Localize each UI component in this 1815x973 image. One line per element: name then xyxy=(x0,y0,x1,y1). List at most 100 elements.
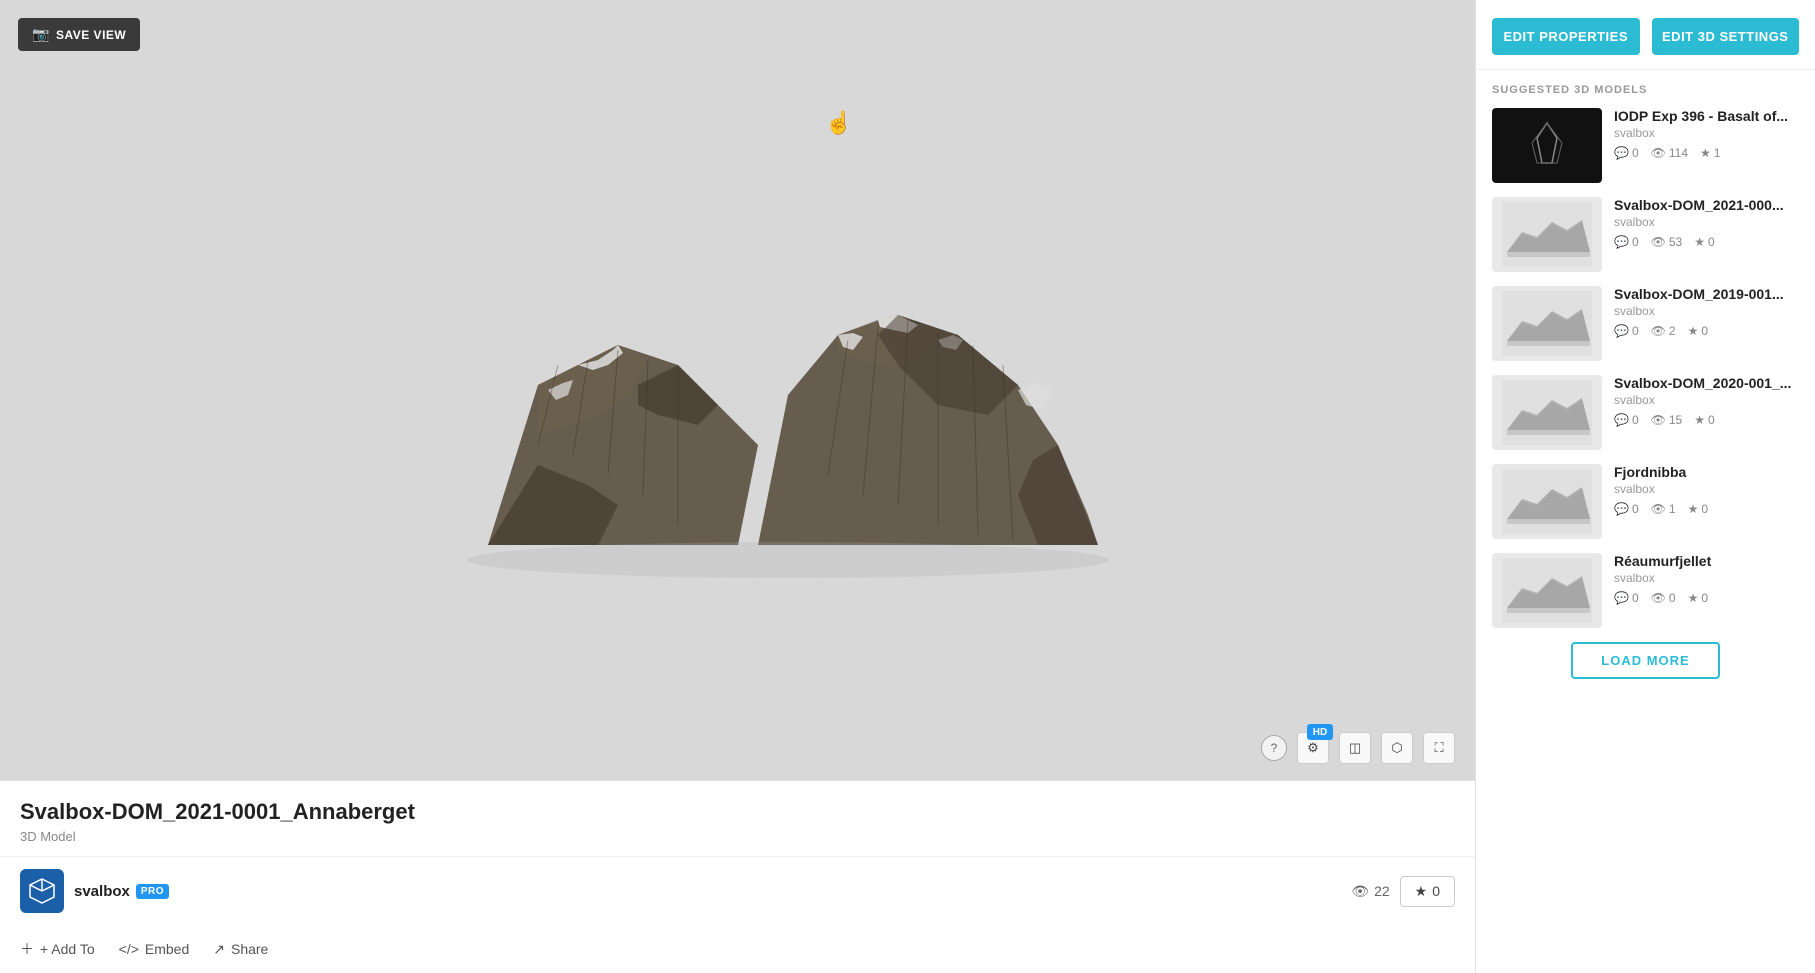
thumb-svg-1 xyxy=(1502,202,1592,267)
embed-label: Embed xyxy=(145,941,189,957)
view-icon: 👁 xyxy=(1651,413,1666,427)
model-card-info: IODP Exp 396 - Basalt of... svalbox 💬 0 … xyxy=(1614,108,1799,183)
model-cards-list: IODP Exp 396 - Basalt of... svalbox 💬 0 … xyxy=(1492,108,1799,628)
stats-group: 👁 22 ★ 0 xyxy=(1351,876,1455,907)
help-icon: ? xyxy=(1271,741,1278,755)
view-icon: 👁 xyxy=(1651,146,1666,160)
terrain-model xyxy=(338,165,1138,615)
like-count: 0 xyxy=(1701,591,1708,605)
comment-count: 0 xyxy=(1632,591,1639,605)
comment-stat: 💬 0 xyxy=(1614,146,1639,160)
model-thumbnail xyxy=(1492,286,1602,361)
likes-button[interactable]: ★ 0 xyxy=(1400,876,1455,907)
right-sidebar: EDIT PROPERTIES EDIT 3D SETTINGS SUGGEST… xyxy=(1475,0,1815,973)
view-count: 0 xyxy=(1669,591,1676,605)
view-icon: 👁 xyxy=(1651,502,1666,516)
layers-button[interactable]: ◫ xyxy=(1339,732,1371,764)
vr-button[interactable]: ⬡ xyxy=(1381,732,1413,764)
edit-properties-button[interactable]: EDIT PROPERTIES xyxy=(1492,18,1640,55)
like-stat: ★ 0 xyxy=(1688,324,1708,338)
view-count: 2 xyxy=(1669,324,1676,338)
help-button[interactable]: ? xyxy=(1261,735,1287,761)
likes-icon: ★ xyxy=(1415,883,1428,900)
view-count: 15 xyxy=(1669,413,1682,427)
comment-stat: 💬 0 xyxy=(1614,502,1639,516)
add-to-action[interactable]: ＋ + Add To xyxy=(20,939,95,959)
comment-count: 0 xyxy=(1632,146,1639,160)
model-card[interactable]: Svalbox-DOM_2020-001_... svalbox 💬 0 👁 1… xyxy=(1492,375,1799,450)
model-card[interactable]: Fjordnibba svalbox 💬 0 👁 1 ★ 0 xyxy=(1492,464,1799,539)
save-view-button[interactable]: 📷 SAVE VIEW xyxy=(18,18,140,51)
model-thumbnail xyxy=(1492,375,1602,450)
model-card[interactable]: Svalbox-DOM_2021-000... svalbox 💬 0 👁 53… xyxy=(1492,197,1799,272)
model-card-stats: 💬 0 👁 2 ★ 0 xyxy=(1614,324,1799,338)
sidebar-header: EDIT PROPERTIES EDIT 3D SETTINGS xyxy=(1476,0,1815,70)
author-avatar[interactable] xyxy=(20,869,64,913)
model-type: 3D Model xyxy=(20,829,1455,844)
likes-count: 0 xyxy=(1432,883,1440,899)
view-count: 114 xyxy=(1669,146,1688,160)
action-bar: ＋ + Add To </> Embed ↗ Share xyxy=(0,929,1475,973)
model-card-stats: 💬 0 👁 53 ★ 0 xyxy=(1614,235,1799,249)
model-thumbnail xyxy=(1492,553,1602,628)
share-label: Share xyxy=(231,941,268,957)
model-card-author: svalbox xyxy=(1614,126,1799,140)
comment-stat: 💬 0 xyxy=(1614,324,1639,338)
cursor-indicator: ☝ xyxy=(825,110,852,136)
share-icon: ↗ xyxy=(213,941,225,958)
share-action[interactable]: ↗ Share xyxy=(213,941,268,958)
model-card[interactable]: Réaumurfjellet svalbox 💬 0 👁 0 ★ 0 xyxy=(1492,553,1799,628)
author-name[interactable]: svalbox xyxy=(74,883,130,900)
model-card-stats: 💬 0 👁 114 ★ 1 xyxy=(1614,146,1799,160)
like-icon: ★ xyxy=(1688,502,1699,516)
model-card[interactable]: IODP Exp 396 - Basalt of... svalbox 💬 0 … xyxy=(1492,108,1799,183)
thumb-svg-3 xyxy=(1502,380,1592,445)
model-card-author: svalbox xyxy=(1614,215,1799,229)
like-stat: ★ 0 xyxy=(1688,502,1708,516)
comment-icon: 💬 xyxy=(1614,591,1629,605)
comment-stat: 💬 0 xyxy=(1614,235,1639,249)
model-card-info: Svalbox-DOM_2021-000... svalbox 💬 0 👁 53… xyxy=(1614,197,1799,272)
like-icon: ★ xyxy=(1700,146,1711,160)
pro-badge: PRO xyxy=(136,884,169,899)
model-card-stats: 💬 0 👁 15 ★ 0 xyxy=(1614,413,1799,427)
viewer-controls: ? ⚙ HD ◫ ⬡ ⛶ xyxy=(1261,732,1455,764)
view-icon: 👁 xyxy=(1651,235,1666,249)
model-card-stats: 💬 0 👁 0 ★ 0 xyxy=(1614,591,1799,605)
view-icon: 👁 xyxy=(1651,591,1666,605)
fullscreen-button[interactable]: ⛶ xyxy=(1423,732,1455,764)
thumb-svg-5 xyxy=(1502,558,1592,623)
suggested-title: SUGGESTED 3D MODELS xyxy=(1492,84,1799,96)
model-card-title: Svalbox-DOM_2021-000... xyxy=(1614,197,1799,213)
comment-count: 0 xyxy=(1632,324,1639,338)
view-stat: 👁 114 xyxy=(1651,146,1688,160)
model-card-info: Réaumurfjellet svalbox 💬 0 👁 0 ★ 0 xyxy=(1614,553,1799,628)
camera-icon: 📷 xyxy=(32,26,50,43)
edit-3d-settings-button[interactable]: EDIT 3D SETTINGS xyxy=(1652,18,1800,55)
3d-viewer[interactable]: 📷 SAVE VIEW ☝ xyxy=(0,0,1475,780)
thumb-svg-0 xyxy=(1502,113,1592,178)
like-count: 1 xyxy=(1714,146,1721,160)
model-card-author: svalbox xyxy=(1614,393,1799,407)
like-icon: ★ xyxy=(1694,413,1705,427)
model-thumbnail xyxy=(1492,108,1602,183)
model-card-title: Fjordnibba xyxy=(1614,464,1799,480)
view-count: 53 xyxy=(1669,235,1682,249)
like-count: 0 xyxy=(1708,235,1715,249)
like-count: 0 xyxy=(1708,413,1715,427)
view-icon: 👁 xyxy=(1651,324,1666,338)
views-stat: 👁 22 xyxy=(1351,883,1389,900)
model-info-bar: Svalbox-DOM_2021-0001_Annaberget 3D Mode… xyxy=(0,780,1475,856)
model-card-author: svalbox xyxy=(1614,304,1799,318)
add-icon: ＋ xyxy=(20,939,34,959)
model-thumbnail xyxy=(1492,464,1602,539)
embed-action[interactable]: </> Embed xyxy=(119,941,190,957)
save-view-label: SAVE VIEW xyxy=(56,28,126,42)
model-card[interactable]: Svalbox-DOM_2019-001... svalbox 💬 0 👁 2 … xyxy=(1492,286,1799,361)
model-card-author: svalbox xyxy=(1614,482,1799,496)
model-card-title: IODP Exp 396 - Basalt of... xyxy=(1614,108,1799,124)
model-title: Svalbox-DOM_2021-0001_Annaberget xyxy=(20,799,1455,825)
load-more-button[interactable]: LOAD MORE xyxy=(1571,642,1719,679)
like-stat: ★ 0 xyxy=(1688,591,1708,605)
thumb-svg-4 xyxy=(1502,469,1592,534)
